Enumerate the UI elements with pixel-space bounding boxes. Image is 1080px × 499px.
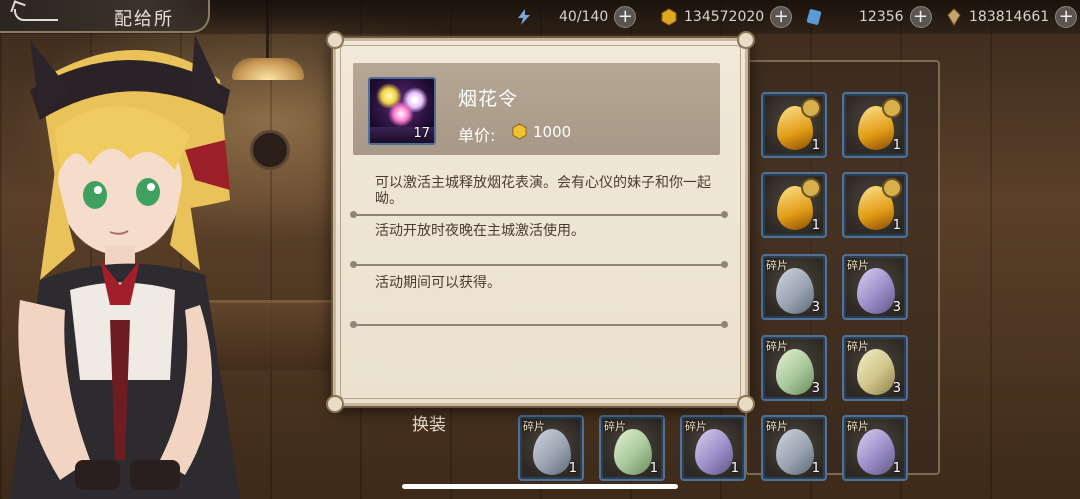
item-description: 可以激活主城释放烟花表演。会有心仪的妹子和你一起呦。 — [375, 175, 711, 207]
fragment-tag: 碎片 — [523, 420, 545, 433]
inventory-slot[interactable]: 碎片 3 — [761, 335, 827, 401]
inventory-slot[interactable]: 碎片 3 — [842, 335, 908, 401]
inventory-slot[interactable]: 1 — [842, 172, 908, 238]
divider — [350, 321, 728, 328]
inventory-slot[interactable]: 1 — [761, 92, 827, 158]
shopkeeper-character — [10, 35, 240, 499]
shard-icon — [947, 8, 961, 26]
corner-ornament — [326, 395, 344, 413]
back-button[interactable]: 配给所 — [0, 0, 210, 33]
item-usage: 活动开放时夜晚在主城激活使用。 — [375, 223, 585, 239]
slot-count: 3 — [892, 381, 901, 396]
divider — [350, 261, 728, 268]
shard-value: 183814661 — [969, 9, 1050, 25]
gold-coin-icon — [512, 123, 527, 140]
corner-ornament — [326, 31, 344, 49]
slot-count: 1 — [892, 461, 901, 476]
inventory-slot[interactable]: 碎片 1 — [680, 415, 746, 481]
item-source: 活动期间可以获得。 — [375, 275, 501, 291]
slot-count: 3 — [811, 300, 820, 315]
slot-count: 3 — [811, 381, 820, 396]
energy-value: 40/140 — [559, 9, 609, 25]
card-icon — [806, 9, 822, 25]
fragment-egg-icon — [776, 349, 814, 395]
medal-icon — [882, 98, 902, 118]
fragment-egg-icon — [776, 429, 814, 475]
fragment-tag: 碎片 — [766, 340, 788, 353]
inventory-slot[interactable]: 1 — [761, 172, 827, 238]
inventory-slot[interactable]: 碎片 3 — [761, 254, 827, 320]
fragment-egg-icon — [533, 429, 571, 475]
medal-icon — [882, 178, 902, 198]
inventory-slot[interactable]: 1 — [842, 92, 908, 158]
inventory-slot[interactable]: 碎片 1 — [599, 415, 665, 481]
fireworks-item-icon: 17 — [368, 77, 436, 145]
medal-icon — [801, 98, 821, 118]
add-card-button[interactable]: + — [909, 6, 932, 28]
add-gold-button[interactable]: + — [770, 6, 793, 28]
home-indicator[interactable] — [402, 484, 678, 489]
price-value: 1000 — [533, 123, 572, 141]
fragment-egg-icon — [695, 429, 733, 475]
inventory-slot[interactable]: 碎片 1 — [518, 415, 584, 481]
fragment-tag: 碎片 — [847, 420, 869, 433]
slot-count: 1 — [811, 461, 820, 476]
divider — [350, 211, 728, 218]
item-quantity: 17 — [413, 126, 430, 141]
corner-ornament — [737, 395, 755, 413]
slot-count: 1 — [892, 218, 901, 233]
energy-counter: 40/140 + — [515, 3, 637, 31]
slot-count: 1 — [811, 138, 820, 153]
fragment-egg-icon — [857, 268, 895, 314]
change-outfit-button[interactable]: 换装 — [412, 410, 446, 435]
card-counter: 12356 + — [805, 3, 932, 31]
gold-counter: 134572020 + — [660, 3, 793, 31]
fragment-tag: 碎片 — [847, 340, 869, 353]
fragment-egg-icon — [776, 268, 814, 314]
shard-counter: 183814661 + — [945, 3, 1078, 31]
slot-count: 1 — [811, 218, 820, 233]
corner-ornament — [737, 31, 755, 49]
slot-count: 1 — [892, 138, 901, 153]
fragment-tag: 碎片 — [766, 420, 788, 433]
inventory-slot[interactable]: 碎片 1 — [761, 415, 827, 481]
page-title: 配给所 — [114, 9, 174, 30]
inventory-slot[interactable]: 碎片 1 — [842, 415, 908, 481]
lightning-icon — [518, 9, 530, 25]
inventory-slot[interactable]: 碎片 3 — [842, 254, 908, 320]
medal-icon — [801, 178, 821, 198]
fragment-egg-icon — [857, 349, 895, 395]
fragment-tag: 碎片 — [685, 420, 707, 433]
card-value: 12356 — [859, 9, 904, 25]
fragment-tag: 碎片 — [604, 420, 626, 433]
slot-count: 3 — [892, 300, 901, 315]
back-arrow-icon — [14, 9, 58, 21]
fragment-egg-icon — [614, 429, 652, 475]
fragment-egg-icon — [857, 429, 895, 475]
gold-value: 134572020 — [684, 9, 765, 25]
price-label: 单价: — [458, 126, 496, 145]
fragment-tag: 碎片 — [766, 259, 788, 272]
slot-count: 1 — [649, 461, 658, 476]
slot-count: 1 — [730, 461, 739, 476]
item-name: 烟花令 — [458, 88, 519, 110]
gold-coin-icon — [661, 8, 677, 26]
add-shard-button[interactable]: + — [1055, 6, 1078, 28]
slot-count: 1 — [568, 461, 577, 476]
fragment-tag: 碎片 — [847, 259, 869, 272]
add-energy-button[interactable]: + — [614, 6, 637, 28]
